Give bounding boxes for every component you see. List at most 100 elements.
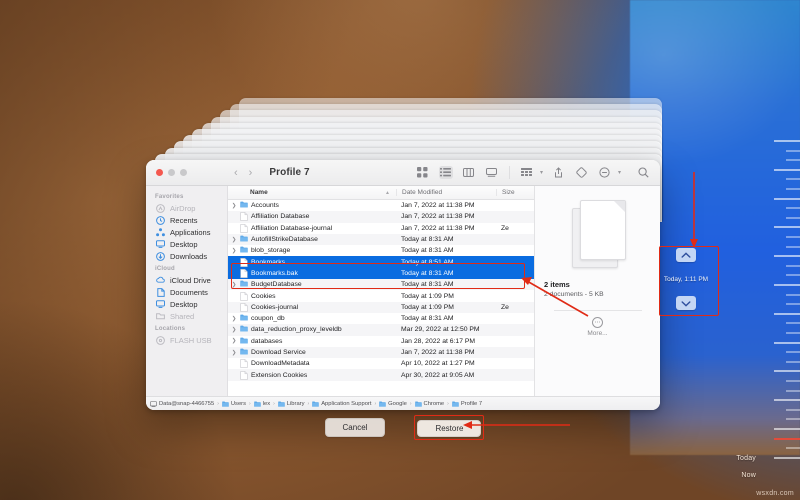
- timeline-tick[interactable]: [786, 361, 800, 363]
- icon-view-icon[interactable]: [416, 166, 430, 179]
- sidebar-item-downloads[interactable]: Downloads: [146, 250, 227, 262]
- timemachine-up-button[interactable]: [676, 248, 696, 262]
- forward-icon[interactable]: ›: [249, 167, 253, 179]
- timeline-tick[interactable]: [786, 294, 800, 296]
- sidebar-item-airdrop[interactable]: AirDrop: [146, 202, 227, 214]
- group-by-icon[interactable]: [520, 166, 534, 179]
- timeline-tick[interactable]: [786, 390, 800, 392]
- timeline-tick[interactable]: [774, 342, 800, 344]
- breadcrumb-item[interactable]: Chrome: [415, 401, 445, 407]
- table-row[interactable]: Affiliation Database-journalJan 7, 2022 …: [228, 223, 534, 234]
- timeline-tick[interactable]: [786, 447, 800, 449]
- preview-more-button[interactable]: ⋯ More...: [587, 317, 607, 337]
- timemachine-timeline[interactable]: [760, 140, 800, 480]
- disclosure-triangle-icon[interactable]: ❯: [231, 316, 237, 322]
- minimize-button[interactable]: [168, 169, 175, 176]
- share-icon[interactable]: [552, 166, 566, 179]
- disclosure-triangle-icon[interactable]: ❯: [231, 282, 237, 288]
- table-row[interactable]: ❯databasesJan 28, 2022 at 6:17 PM: [228, 336, 534, 347]
- timeline-tick[interactable]: [786, 217, 800, 219]
- table-row[interactable]: Cookies-journalToday at 1:09 PMZe: [228, 302, 534, 313]
- timeline-tick[interactable]: [786, 188, 800, 190]
- table-row[interactable]: ❯data_reduction_proxy_leveldbMar 29, 202…: [228, 324, 534, 335]
- search-icon[interactable]: [636, 166, 650, 179]
- column-header-date[interactable]: Date Modified: [396, 189, 496, 196]
- timeline-tick[interactable]: [774, 198, 800, 200]
- breadcrumb-item[interactable]: Library: [278, 401, 305, 407]
- gallery-view-icon[interactable]: [485, 166, 499, 179]
- timeline-tick[interactable]: [774, 457, 800, 459]
- window-controls[interactable]: [146, 169, 228, 176]
- restore-button[interactable]: Restore: [417, 420, 481, 437]
- timeline-tick[interactable]: [786, 322, 800, 324]
- action-menu-icon[interactable]: [598, 166, 612, 179]
- column-header-size[interactable]: Size: [496, 189, 534, 196]
- sidebar-item-recents[interactable]: Recents: [146, 214, 227, 226]
- sidebar-item-shared[interactable]: Shared: [146, 310, 227, 322]
- sidebar-item-documents[interactable]: Documents: [146, 286, 227, 298]
- breadcrumb-item[interactable]: Data@snap-4466755: [150, 401, 214, 407]
- timeline-tick[interactable]: [774, 140, 800, 142]
- disclosure-triangle-icon[interactable]: ❯: [231, 203, 237, 209]
- timeline-tick[interactable]: [774, 226, 800, 228]
- breadcrumb-item[interactable]: Profile 7: [452, 401, 482, 407]
- timeline-tick[interactable]: [786, 246, 800, 248]
- group-by-chevron-down-icon[interactable]: ▾: [540, 169, 543, 176]
- timeline-tick[interactable]: [786, 332, 800, 334]
- disclosure-triangle-icon[interactable]: ❯: [231, 338, 237, 344]
- timeline-tick[interactable]: [786, 418, 800, 420]
- sidebar-item-desktop[interactable]: Desktop: [146, 238, 227, 250]
- table-row[interactable]: ❯AccountsJan 7, 2022 at 11:38 PM: [228, 200, 534, 211]
- timeline-tick[interactable]: [774, 428, 800, 430]
- column-header-name[interactable]: Name ▲: [228, 189, 396, 196]
- timeline-tick[interactable]: [774, 399, 800, 401]
- timeline-tick[interactable]: [786, 380, 800, 382]
- timeline-tick[interactable]: [786, 265, 800, 267]
- table-row[interactable]: ❯AutofillStrikeDatabaseToday at 8:31 AM: [228, 234, 534, 245]
- disclosure-triangle-icon[interactable]: ❯: [231, 327, 237, 333]
- column-view-icon[interactable]: [462, 166, 476, 179]
- sidebar-item-icloud-drive[interactable]: iCloud Drive: [146, 274, 227, 286]
- timeline-tick[interactable]: [786, 150, 800, 152]
- breadcrumb-item[interactable]: Google: [379, 401, 407, 407]
- table-row[interactable]: Bookmarks.bakToday at 8:31 AM: [228, 268, 534, 279]
- back-icon[interactable]: ‹: [234, 167, 238, 179]
- close-button[interactable]: [156, 169, 163, 176]
- table-row[interactable]: Affiliation DatabaseJan 7, 2022 at 11:38…: [228, 211, 534, 222]
- sidebar-item-applications[interactable]: Applications: [146, 226, 227, 238]
- timeline-tick[interactable]: [786, 409, 800, 411]
- breadcrumb-item[interactable]: lex: [254, 401, 270, 407]
- table-row[interactable]: Extension CookiesApr 30, 2022 at 9:05 AM: [228, 369, 534, 380]
- table-row[interactable]: CookiesToday at 1:09 PM: [228, 290, 534, 301]
- table-row[interactable]: ❯BudgetDatabaseToday at 8:31 AM: [228, 279, 534, 290]
- timeline-tick[interactable]: [786, 303, 800, 305]
- timeline-tick[interactable]: [786, 274, 800, 276]
- timeline-tick[interactable]: [774, 169, 800, 171]
- table-row[interactable]: ❯coupon_dbToday at 8:31 AM: [228, 313, 534, 324]
- sidebar-item-desktop[interactable]: Desktop: [146, 298, 227, 310]
- timeline-tick[interactable]: [774, 370, 800, 372]
- disclosure-triangle-icon[interactable]: ❯: [231, 350, 237, 356]
- cancel-button[interactable]: Cancel: [325, 418, 386, 437]
- timeline-tick[interactable]: [786, 178, 800, 180]
- timeline-tick[interactable]: [786, 207, 800, 209]
- timeline-tick[interactable]: [786, 159, 800, 161]
- navigation-arrows[interactable]: ‹ ›: [234, 167, 252, 179]
- timeline-tick[interactable]: [774, 255, 800, 257]
- disclosure-triangle-icon[interactable]: ❯: [231, 237, 237, 243]
- zoom-button[interactable]: [180, 169, 187, 176]
- table-row[interactable]: ❯Download ServiceJan 7, 2022 at 11:38 PM: [228, 347, 534, 358]
- table-row[interactable]: ❯blob_storageToday at 8:31 AM: [228, 245, 534, 256]
- action-menu-chevron-down-icon[interactable]: ▾: [618, 169, 621, 176]
- table-row[interactable]: DownloadMetadataApr 10, 2022 at 1:27 PM: [228, 358, 534, 369]
- timemachine-down-button[interactable]: [676, 296, 696, 310]
- disclosure-triangle-icon[interactable]: ❯: [231, 248, 237, 254]
- timeline-tick[interactable]: [786, 351, 800, 353]
- timeline-tick[interactable]: [774, 313, 800, 315]
- table-row[interactable]: BookmarksToday at 8:51 AM: [228, 256, 534, 267]
- sidebar-item-flash-usb[interactable]: FLASH USB: [146, 334, 227, 346]
- list-view-icon[interactable]: [439, 166, 453, 179]
- timeline-tick[interactable]: [774, 284, 800, 286]
- timeline-tick[interactable]: [774, 438, 800, 440]
- breadcrumb-item[interactable]: Application Support: [312, 401, 371, 407]
